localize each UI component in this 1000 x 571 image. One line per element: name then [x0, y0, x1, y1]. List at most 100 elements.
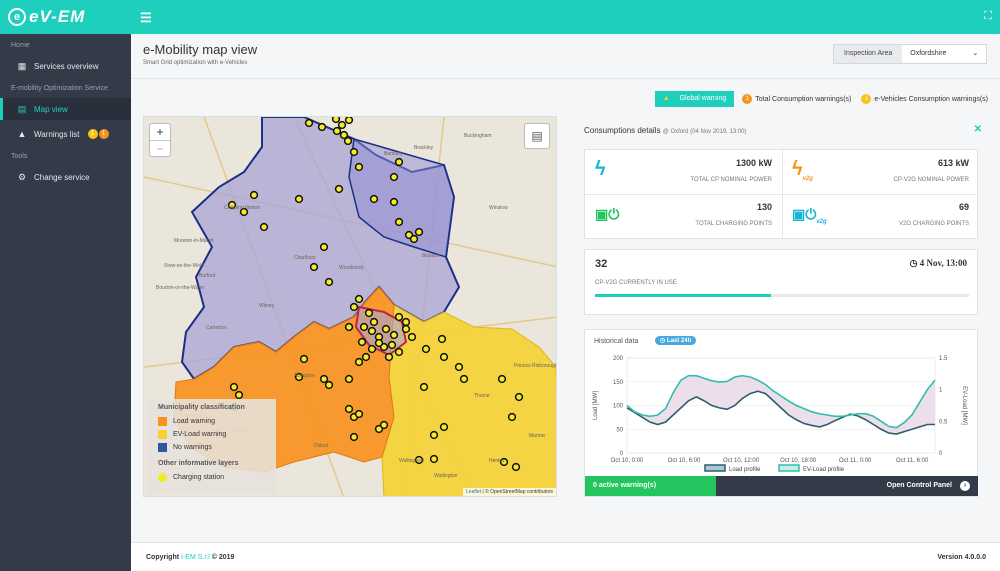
- charging-station-marker[interactable]: [324, 380, 334, 390]
- charging-station-marker[interactable]: [331, 117, 341, 124]
- charging-station-marker[interactable]: [319, 374, 329, 384]
- charging-station-marker[interactable]: [349, 432, 359, 442]
- charging-station-marker[interactable]: [369, 194, 379, 204]
- kpi-card: ϟ 1300 kW TOTAL CP NOMINAL POWER ϟv2g 61…: [584, 149, 978, 239]
- cogs-icon: ⚙: [17, 171, 27, 182]
- map-legend: Municipality classification Load warning…: [148, 399, 276, 494]
- charging-station-marker[interactable]: [367, 344, 377, 354]
- charging-station-marker[interactable]: [344, 322, 354, 332]
- charging-station-marker[interactable]: [234, 390, 244, 400]
- charging-station-marker[interactable]: [384, 352, 394, 362]
- inspection-area-value-box[interactable]: Oxfordshire ⌄: [902, 45, 986, 63]
- close-icon[interactable]: ✕: [974, 124, 982, 135]
- charging-station-marker[interactable]: [299, 354, 309, 364]
- charging-station-marker[interactable]: [389, 172, 399, 182]
- charging-station-marker[interactable]: [229, 382, 239, 392]
- charging-station-marker[interactable]: [344, 117, 354, 125]
- charging-station-marker[interactable]: [401, 324, 411, 334]
- hamburger-icon[interactable]: ☰: [140, 10, 152, 26]
- charging-station-marker[interactable]: [497, 374, 507, 384]
- charging-station-marker[interactable]: [354, 357, 364, 367]
- charging-station-marker[interactable]: [511, 462, 521, 472]
- charging-station-marker[interactable]: [421, 344, 431, 354]
- layers-icon[interactable]: ▤: [524, 123, 550, 149]
- charging-station-marker[interactable]: [361, 352, 371, 362]
- charging-station-marker[interactable]: [389, 330, 399, 340]
- map-place-label: Bourton-on-the-Water: [156, 285, 205, 291]
- charging-station-marker[interactable]: [429, 430, 439, 440]
- last-24h-badge[interactable]: ◷ Last 24h: [655, 336, 697, 345]
- charging-station-marker[interactable]: [514, 392, 524, 402]
- sidebar-item-change-service[interactable]: ⚙ Change service: [0, 166, 131, 188]
- charging-station-marker[interactable]: [344, 374, 354, 384]
- charging-station-marker[interactable]: [249, 190, 259, 200]
- open-control-panel-button[interactable]: Open Control Panel ›: [716, 476, 978, 496]
- charging-station-marker[interactable]: [324, 277, 334, 287]
- sidebar-item-services-overview[interactable]: ▦ Services overview: [0, 55, 131, 77]
- charging-station-marker[interactable]: [409, 234, 419, 244]
- sidebar-item-warnings-list[interactable]: ▲ Warnings list 1 1: [0, 123, 131, 145]
- charging-station-marker[interactable]: [407, 332, 417, 342]
- charging-station-marker[interactable]: [379, 420, 389, 430]
- charging-station-marker[interactable]: [439, 352, 449, 362]
- inspection-area-select[interactable]: Inspection Area Oxfordshire ⌄: [833, 44, 988, 64]
- charging-station-marker[interactable]: [394, 312, 404, 322]
- charging-station-marker[interactable]: [343, 136, 353, 146]
- charging-station-marker[interactable]: [349, 147, 359, 157]
- charging-station-marker[interactable]: [367, 326, 377, 336]
- zoom-in-button[interactable]: +: [150, 124, 170, 141]
- app-logo[interactable]: e eV-EM: [8, 7, 85, 27]
- charging-station-marker[interactable]: [401, 317, 411, 327]
- total-warnings-label[interactable]: Total Consumption warnings(s): [755, 96, 851, 103]
- charging-station-marker[interactable]: [429, 454, 439, 464]
- charging-station-marker[interactable]: [334, 184, 344, 194]
- charging-station-marker[interactable]: [414, 227, 424, 237]
- charging-station-marker[interactable]: [354, 409, 364, 419]
- charging-station-marker[interactable]: [294, 194, 304, 204]
- charging-station-marker[interactable]: [381, 324, 391, 334]
- company-link[interactable]: I-EM S.r.l: [181, 554, 210, 561]
- charging-station-marker[interactable]: [317, 122, 327, 132]
- map-container[interactable]: Banbury Brackley Buckingham Winslow Chipping…: [143, 116, 557, 497]
- legend-item-no-warnings: No warnings: [158, 441, 266, 454]
- grid-icon: ▦: [17, 60, 27, 71]
- charging-station-marker[interactable]: [344, 404, 354, 414]
- charging-station-marker[interactable]: [319, 242, 329, 252]
- active-warnings-status[interactable]: 0 active warning(s): [585, 476, 716, 496]
- charging-station-marker[interactable]: [259, 222, 269, 232]
- leaflet-link[interactable]: Leaflet: [466, 489, 481, 495]
- charging-station-marker[interactable]: [459, 374, 469, 384]
- charging-station-marker[interactable]: [349, 302, 359, 312]
- legend-label: Charging station: [173, 474, 224, 481]
- charging-station-marker[interactable]: [369, 317, 379, 327]
- charging-station-marker[interactable]: [507, 412, 517, 422]
- inspection-area-value: Oxfordshire: [910, 50, 947, 57]
- ev-warnings-label[interactable]: e-Vehicles Consumption warnings(s): [874, 96, 988, 103]
- charging-station-marker[interactable]: [354, 162, 364, 172]
- charging-station-marker[interactable]: [454, 362, 464, 372]
- charging-station-marker[interactable]: [439, 422, 449, 432]
- charging-station-marker[interactable]: [357, 337, 367, 347]
- charging-station-marker[interactable]: [394, 157, 404, 167]
- charging-station-marker[interactable]: [304, 118, 314, 128]
- global-warning-button[interactable]: ▲ Global warning: [654, 91, 735, 107]
- charging-station-marker[interactable]: [394, 217, 404, 227]
- charging-station-marker[interactable]: [364, 308, 374, 318]
- charging-station-marker[interactable]: [437, 334, 447, 344]
- charging-station-marker[interactable]: [309, 262, 319, 272]
- charging-station-marker[interactable]: [359, 322, 369, 332]
- charging-station-marker[interactable]: [394, 347, 404, 357]
- charging-station-marker[interactable]: [332, 126, 342, 136]
- chart-legend-label[interactable]: Load profile: [729, 467, 761, 473]
- y2-tick-label: 0: [939, 451, 943, 457]
- charging-station-marker[interactable]: [374, 338, 384, 348]
- charging-station-marker[interactable]: [419, 382, 429, 392]
- fullscreen-icon[interactable]: ⛶: [984, 10, 992, 23]
- chart-legend-label[interactable]: EV-Load profile: [803, 467, 845, 473]
- charging-station-marker[interactable]: [387, 340, 397, 350]
- sidebar-item-map-view[interactable]: ▤ Map view: [0, 98, 131, 120]
- charging-station-marker[interactable]: [389, 197, 399, 207]
- zoom-out-button[interactable]: −: [150, 141, 170, 158]
- charging-station-marker[interactable]: [354, 294, 364, 304]
- charging-station-marker[interactable]: [337, 120, 347, 130]
